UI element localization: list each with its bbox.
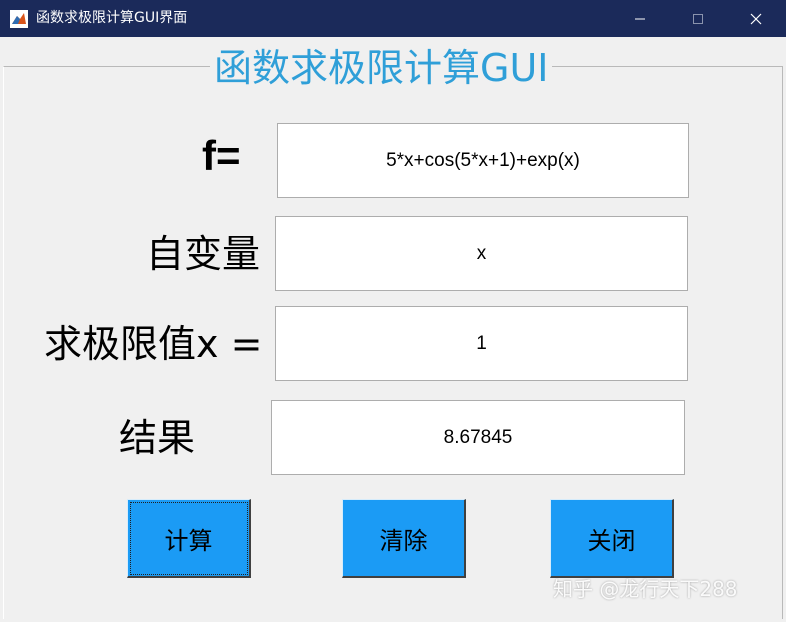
panel-title: 函数求极限计算GUI	[210, 44, 553, 92]
matlab-icon	[10, 10, 28, 28]
minimize-icon	[634, 13, 646, 25]
maximize-icon	[692, 13, 704, 25]
close-button[interactable]	[727, 0, 785, 37]
limit-input[interactable]: 1	[275, 306, 688, 381]
result-label: 结果	[119, 416, 196, 460]
maximize-button[interactable]	[669, 0, 727, 37]
function-input[interactable]: 5*x+cos(5*x+1)+exp(x)	[277, 123, 689, 198]
watermark: 知乎 @龙行天下288	[553, 577, 738, 601]
variable-label: 自变量	[146, 232, 261, 276]
app-window: 函数求极限计算GUI界面 函数求极限计算GUI f= 5*x+cos(5*x+1…	[0, 0, 786, 622]
variable-input[interactable]: x	[275, 216, 688, 291]
result-field[interactable]: 8.67845	[271, 400, 685, 475]
calculate-button[interactable]: 计算	[127, 499, 251, 578]
window-title: 函数求极限计算GUI界面	[36, 10, 188, 26]
minimize-button[interactable]	[611, 0, 669, 37]
title-bar[interactable]: 函数求极限计算GUI界面	[0, 0, 786, 37]
limit-label: 求极限值x =	[44, 322, 263, 366]
clear-button[interactable]: 清除	[342, 499, 466, 578]
function-label: f=	[202, 132, 241, 179]
close-icon	[750, 13, 762, 25]
close-app-button[interactable]: 关闭	[550, 499, 674, 578]
